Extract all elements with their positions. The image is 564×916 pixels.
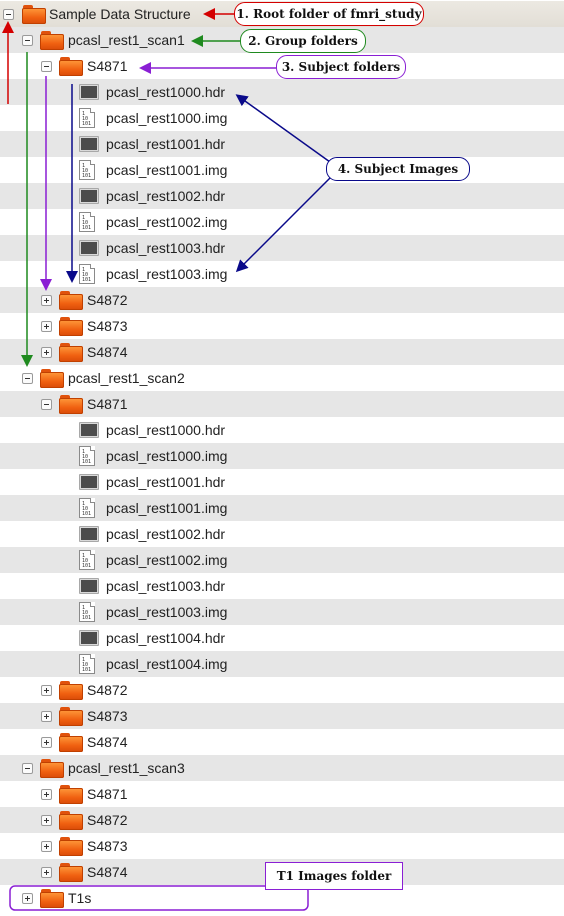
annotation-arrows bbox=[1, 8, 331, 911]
t1-highlight-box bbox=[9, 885, 309, 911]
callout-subject-folders: 3. Subject folders bbox=[276, 55, 406, 79]
callout-group-folders: 2. Group folders bbox=[240, 29, 366, 53]
callout-root-folder: 1. Root folder of fmri_study bbox=[234, 2, 424, 26]
images-arrow-top bbox=[235, 94, 331, 163]
callout-subject-images: 4. Subject Images bbox=[326, 157, 470, 181]
images-arrow-bottom bbox=[235, 177, 331, 273]
callout-t1-images-folder: T1 Images folder bbox=[265, 862, 403, 890]
